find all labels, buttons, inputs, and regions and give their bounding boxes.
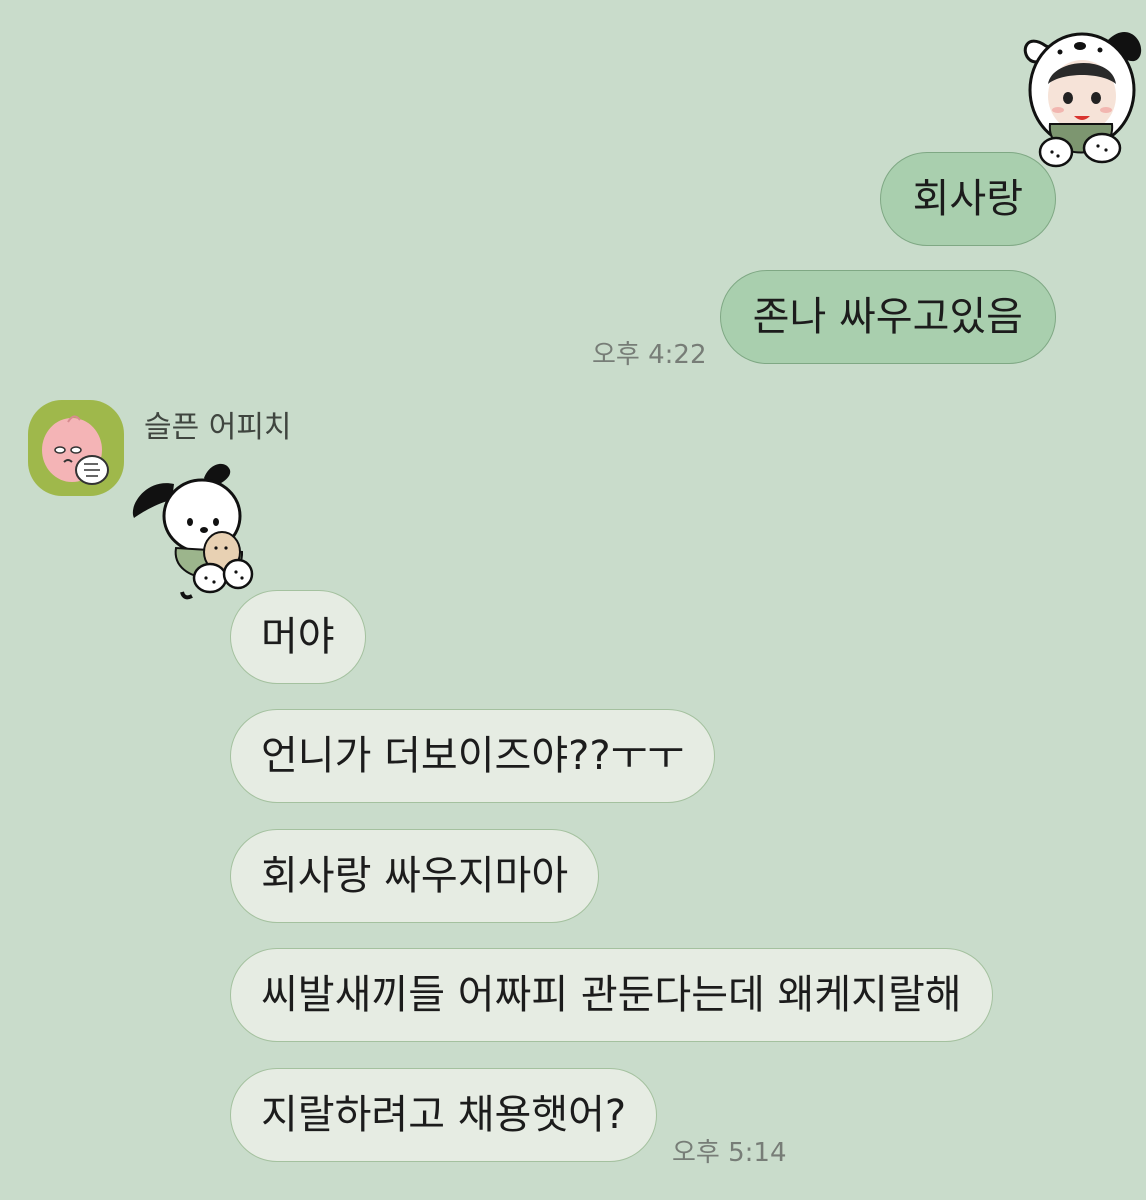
incoming-message[interactable]: 언니가 더보이즈야??ㅜㅜ [230, 709, 716, 803]
incoming-message[interactable]: 회사랑 싸우지마아 [230, 829, 600, 923]
incoming-message[interactable]: 지랄하려고 채용햇어? [230, 1068, 658, 1162]
outgoing-timestamp: 오후 4:22 [592, 340, 707, 370]
incoming-message[interactable]: 씨발새끼들 어짜피 관둔다는데 왜케지랄해 [230, 948, 993, 1042]
outgoing-message[interactable]: 회사랑 [879, 152, 1056, 246]
incoming-message[interactable]: 머야 [230, 590, 366, 684]
sender-avatar[interactable] [28, 400, 124, 496]
outgoing-message[interactable]: 존나 싸우고있음 [719, 270, 1056, 364]
sender-name: 슬픈 어피치 [144, 410, 292, 445]
chat-screen: 회사랑 존나 싸우고있음 오후 4:22 슬픈 어피치 머야 언니가 더보이즈야… [0, 0, 1146, 1200]
incoming-timestamp: 오후 5:14 [672, 1138, 787, 1168]
outgoing-sticker-icon[interactable] [1016, 12, 1146, 178]
crying-peach-avatar-icon [42, 415, 109, 485]
incoming-sticker-icon[interactable] [126, 456, 258, 604]
